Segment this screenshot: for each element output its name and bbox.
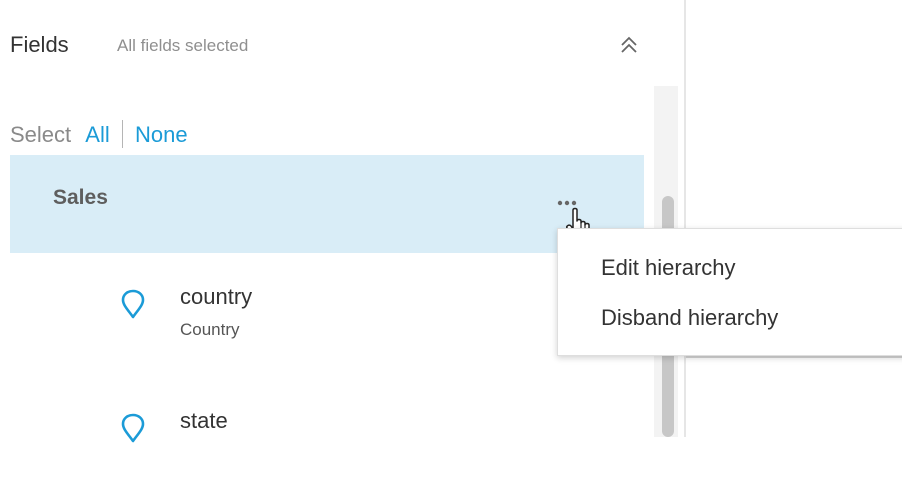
map-pin-icon xyxy=(121,289,145,319)
fields-panel: Fields All fields selected Select All No… xyxy=(0,0,684,443)
select-none-link[interactable]: None xyxy=(135,122,188,147)
underlying-panel-edge xyxy=(686,356,902,358)
field-name: state xyxy=(180,408,228,433)
menu-item-disband-hierarchy[interactable]: Disband hierarchy xyxy=(601,305,778,331)
collapse-button[interactable] xyxy=(614,30,644,60)
fields-subtitle: All fields selected xyxy=(117,36,249,55)
menu-item-edit-hierarchy[interactable]: Edit hierarchy xyxy=(601,255,736,281)
select-bar: Select All None xyxy=(10,120,188,152)
double-chevron-up-icon xyxy=(621,36,637,53)
select-all-link[interactable]: All xyxy=(85,122,109,147)
canvas-area xyxy=(686,0,902,437)
hierarchy-context-menu: Edit hierarchy Disband hierarchy xyxy=(557,228,902,356)
select-separator xyxy=(121,120,123,148)
fields-title: Fields xyxy=(10,32,69,57)
hierarchy-group-sales[interactable]: Sales xyxy=(10,155,644,253)
field-data-category: Country xyxy=(180,320,240,339)
field-item-state[interactable]: state xyxy=(120,408,520,478)
select-label: Select xyxy=(10,122,72,147)
map-pin-icon xyxy=(121,413,145,443)
fields-header: Fields All fields selected xyxy=(10,30,650,62)
hierarchy-group-label: Sales xyxy=(53,186,108,209)
field-item-country[interactable]: country Country xyxy=(120,284,520,354)
field-name: country xyxy=(180,284,253,309)
